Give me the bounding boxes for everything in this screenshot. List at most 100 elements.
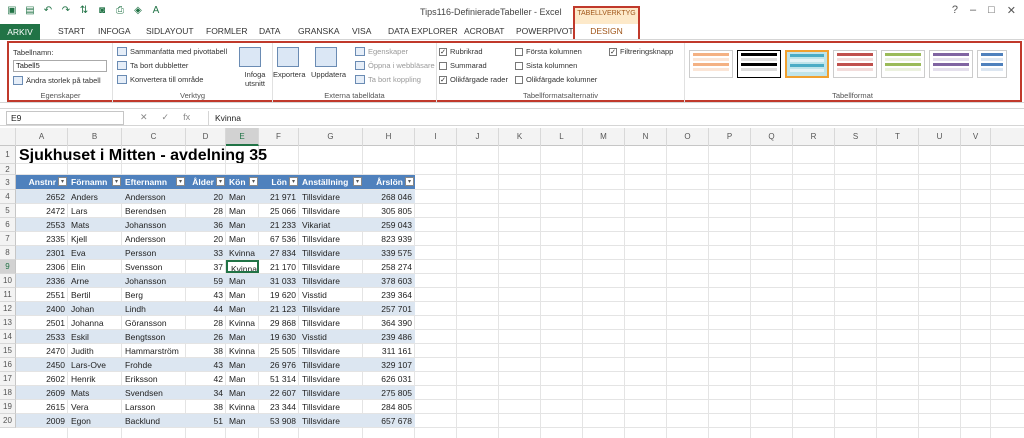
table-cell[interactable]: 29 868 [259,316,299,329]
table-cell[interactable]: Arne [68,274,122,287]
table-cell[interactable]: 2609 [16,386,68,399]
table-cell[interactable]: 258 274 [363,260,415,273]
row-header[interactable]: 7 [0,232,16,246]
fx-icon[interactable]: fx [183,112,190,123]
row-header[interactable]: 13 [0,316,16,330]
table-header-cell[interactable]: Anstnr ▾ [16,175,68,189]
column-header[interactable]: S [835,128,877,146]
row-header[interactable]: 9 [0,260,16,274]
table-cell[interactable]: Kvinna [226,246,259,259]
refresh-icon[interactable] [315,47,337,67]
column-header[interactable]: G [299,128,363,146]
tab-granska[interactable]: GRANSKA [298,26,340,36]
table-cell[interactable]: Man [226,274,259,287]
column-header[interactable]: V [961,128,991,146]
table-cell[interactable]: 25 066 [259,204,299,217]
column-header[interactable]: B [68,128,122,146]
resize-table-button[interactable]: Ändra storlek på tabell [13,76,101,85]
table-cell[interactable]: 2306 [16,260,68,273]
table-cell[interactable]: Lindh [122,302,186,315]
table-cell[interactable]: 364 390 [363,316,415,329]
table-cell[interactable]: Johan [68,302,122,315]
table-cell[interactable]: Man [226,302,259,315]
column-header[interactable]: H [363,128,415,146]
row-header[interactable]: 3 [0,175,16,190]
column-header[interactable]: E [226,128,259,146]
table-style-swatch[interactable] [977,50,1007,78]
cancel-icon[interactable]: ✕ [140,112,148,123]
table-cell[interactable]: Tillsvidare [299,274,363,287]
table-cell[interactable]: 2501 [16,316,68,329]
row-header[interactable]: 4 [0,190,16,204]
table-cell[interactable]: Man [226,218,259,231]
table-cell[interactable]: Tillsvidare [299,372,363,385]
table-cell[interactable]: 22 607 [259,386,299,399]
refresh-button[interactable]: Uppdatera [311,70,346,79]
tab-arkiv[interactable]: ARKIV [0,24,40,40]
table-cell[interactable]: 20 [186,190,226,203]
tab-powerpivot[interactable]: POWERPIVOT [516,26,574,36]
worksheet-grid[interactable]: A B C D E F G H I J K L M N O P Q R S T U V 1 Sjukhuset i Mitte… [0,128,1024,438]
row-header[interactable]: 14 [0,330,16,344]
table-cell[interactable]: Egon [68,414,122,427]
table-cell[interactable]: Bertil [68,288,122,301]
active-cell[interactable]: Kvinna [226,260,259,273]
table-cell[interactable]: 23 344 [259,400,299,413]
camera-icon[interactable]: ◙ [96,5,108,17]
table-cell[interactable]: 19 620 [259,288,299,301]
table-cell[interactable]: Johansson [122,274,186,287]
table-cell[interactable]: Man [226,358,259,371]
table-cell[interactable]: 43 [186,288,226,301]
checkbox-olikfargade-rader[interactable]: ✓ [439,75,447,84]
table-header-cell[interactable]: Efternamn ▾ [122,175,186,189]
row-header[interactable]: 8 [0,246,16,260]
table-header-cell[interactable]: Lön ▾ [259,175,299,189]
tab-formler[interactable]: FORMLER [206,26,248,36]
print-icon[interactable]: ⎙ [114,5,126,17]
table-style-swatch[interactable] [737,50,781,78]
table-cell[interactable]: Persson [122,246,186,259]
formula-input[interactable]: Kvinna [208,111,1018,125]
table-cell[interactable]: 2335 [16,232,68,245]
table-cell[interactable]: Lars-Ove [68,358,122,371]
table-cell[interactable]: 2533 [16,330,68,343]
row-header[interactable]: 17 [0,372,16,386]
row-header[interactable]: 2 [0,164,16,175]
table-cell[interactable]: Frohde [122,358,186,371]
table-cell[interactable]: Kvinna [226,400,259,413]
checkbox-sista-kolumnen[interactable] [515,61,523,70]
table-cell[interactable]: 2470 [16,344,68,357]
filter-dropdown-icon[interactable]: ▾ [112,177,121,186]
table-header-cell[interactable]: Förnamn ▾ [68,175,122,189]
filter-dropdown-icon[interactable]: ▾ [289,177,298,186]
column-header[interactable]: Q [751,128,793,146]
table-cell[interactable]: 37 [186,260,226,273]
checkbox-filtreringsknapp[interactable]: ✓ [609,47,617,56]
remove-duplicates-button[interactable]: Ta bort dubbletter [117,61,188,70]
table-cell[interactable]: 2009 [16,414,68,427]
table-cell[interactable]: Tillsvidare [299,414,363,427]
table-cell[interactable]: 284 805 [363,400,415,413]
save-icon[interactable]: ▤ [24,5,36,17]
column-header[interactable]: M [583,128,625,146]
row-header[interactable]: 12 [0,302,16,316]
close-icon[interactable]: ✕ [1007,4,1016,17]
summarize-pivot-button[interactable]: Sammanfatta med pivottabell [117,47,227,56]
table-cell[interactable]: Göransson [122,316,186,329]
option-filtreringsknapp[interactable]: ✓ Filtreringsknapp [609,47,673,56]
table-cell[interactable]: 51 [186,414,226,427]
table-cell[interactable]: 657 678 [363,414,415,427]
table-cell[interactable]: 2336 [16,274,68,287]
table-cell[interactable]: 239 364 [363,288,415,301]
column-header[interactable]: J [457,128,499,146]
filter-dropdown-icon[interactable]: ▾ [405,177,414,186]
table-cell[interactable]: Tillsvidare [299,232,363,245]
table-header-cell[interactable]: Anställning ▾ [299,175,363,189]
table-cell[interactable]: Anders [68,190,122,203]
column-header[interactable]: F [259,128,299,146]
table-cell[interactable]: 239 486 [363,330,415,343]
table-cell[interactable]: 53 908 [259,414,299,427]
table-cell[interactable]: Vikariat [299,218,363,231]
table-cell[interactable]: 28 [186,204,226,217]
option-sista-kolumnen[interactable]: Sista kolumnen [515,61,577,70]
